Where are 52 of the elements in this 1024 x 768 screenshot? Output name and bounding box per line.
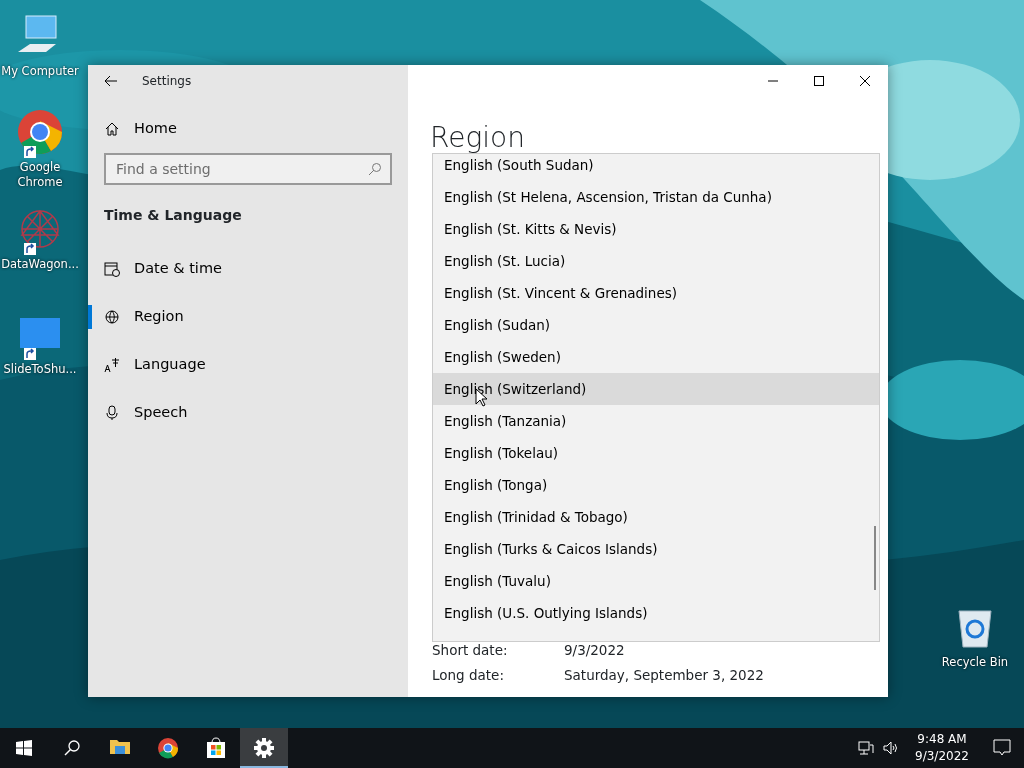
dropdown-option[interactable]: English (Trinidad & Tobago) [433,501,879,533]
dropdown-option[interactable]: English (Tokelau) [433,437,879,469]
search-icon [64,740,80,756]
dropdown-option[interactable]: English (South Sudan) [433,154,879,181]
dropdown-option[interactable]: English (Sudan) [433,309,879,341]
dropdown-option[interactable]: English (St Helena, Ascension, Tristan da Cunha) [433,181,879,213]
field-value: Saturday, September 3, 2022 [564,666,764,686]
windows-logo-icon [16,740,32,756]
chrome-icon[interactable] [16,108,64,156]
globe-icon [104,309,120,325]
dropdown-option[interactable]: English (Sweden) [433,341,879,373]
dropdown-option[interactable]: English (St. Kitts & Nevis) [433,213,879,245]
calendar-clock-icon [104,261,120,277]
home-link[interactable]: Home [88,105,408,153]
close-icon [860,76,870,86]
shopping-bag-icon [205,737,227,759]
field-value: 9/3/2022 [564,641,625,661]
dropdown-option[interactable]: English (Tuvalu) [433,565,879,597]
network-icon [858,741,874,755]
language-icon [104,357,120,373]
window-title: Settings [142,73,192,90]
field-label: Short date: [432,641,509,661]
page-title: Region [429,120,526,156]
icon-label[interactable]: Recycle Bin [941,655,1009,670]
field-label: Long date: [432,666,505,686]
dropdown-option[interactable]: English (Turks & Caicos Islands) [433,533,879,565]
speech-bubble-icon [993,739,1011,757]
clock[interactable]: 9:48 AM 9/3/2022 [904,728,980,768]
chrome-icon [157,737,179,759]
dropdown-option[interactable]: English (Tanzania) [433,405,879,437]
home-icon [104,121,120,137]
nav-item[interactable]: Date & time [88,245,408,293]
search-icon [368,162,382,176]
taskbar-app-button[interactable] [240,728,288,768]
search-field[interactable]: Find a setting [104,153,392,185]
icon-label[interactable]: DataWagon... [1,257,79,272]
back-arrow-icon [104,75,118,87]
nav-item[interactable]: Language [88,341,408,389]
dropdown-option[interactable]: English (St. Lucia) [433,245,879,277]
dropdown-option[interactable]: English (Switzerland) [433,373,879,405]
scrollbar-thumb[interactable] [874,526,876,590]
dropdown-option[interactable]: English (U.S. Outlying Islands) [433,597,879,629]
icon-label[interactable]: Google Chrome [0,160,80,190]
speaker-icon [883,741,899,755]
dropdown-option[interactable]: English (Tonga) [433,469,879,501]
dropdown-option[interactable]: English (St. Vincent & Grenadines) [433,277,879,309]
microphone-icon [104,405,120,421]
section-heading: Time & Language [103,206,243,225]
maximize-icon [814,76,824,86]
nav-item[interactable]: Region [88,293,408,341]
icon-label[interactable]: SlideToShu... [3,362,77,377]
nav-item[interactable]: Speech [88,389,408,437]
